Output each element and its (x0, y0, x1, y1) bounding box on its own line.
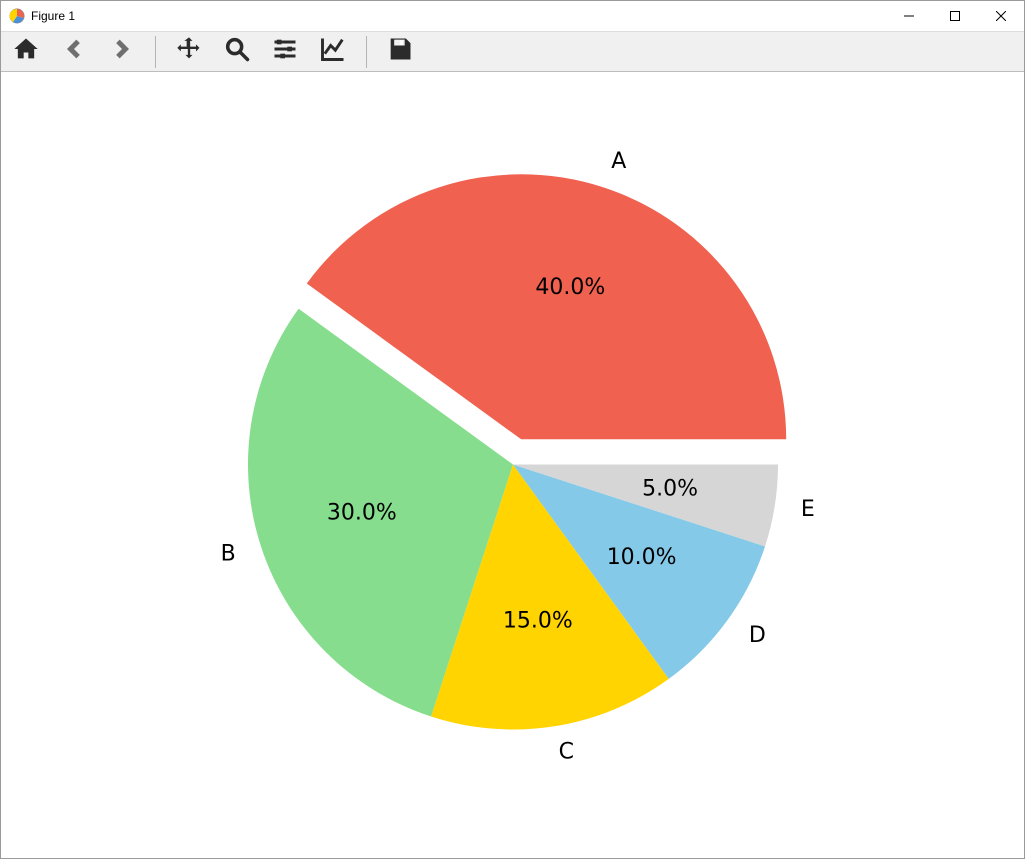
configure-button[interactable] (268, 35, 302, 69)
pie-label-C: C (559, 739, 574, 764)
zoom-icon (223, 35, 251, 68)
pie-label-E: E (801, 497, 815, 522)
window-title: Figure 1 (31, 9, 75, 23)
pie-percent-B: 30.0% (327, 501, 397, 526)
figure-window: Figure 1 (0, 0, 1025, 859)
pie-percent-C: 15.0% (503, 609, 573, 634)
move-icon (175, 35, 203, 68)
arrow-left-icon (60, 35, 88, 68)
home-icon (12, 35, 40, 68)
axes-button[interactable] (316, 35, 350, 69)
app-icon (9, 8, 25, 24)
pie-label-B: B (221, 542, 236, 567)
arrow-right-icon (108, 35, 136, 68)
maximize-button[interactable] (932, 1, 978, 31)
titlebar: Figure 1 (1, 1, 1024, 32)
pan-button[interactable] (172, 35, 206, 69)
sliders-icon (271, 35, 299, 68)
pie-percent-D: 10.0% (607, 545, 677, 570)
pie-label-D: D (749, 623, 766, 648)
forward-button[interactable] (105, 35, 139, 69)
zoom-button[interactable] (220, 35, 254, 69)
close-button[interactable] (978, 1, 1024, 31)
toolbar-separator (366, 36, 367, 68)
chart-line-icon (319, 35, 347, 68)
pie-chart: 40.0% A 30.0% B 15.0% C 10.0% D 5.0% E (1, 72, 1024, 858)
pie-percent-A: 40.0% (535, 275, 605, 300)
pie-label-A: A (611, 149, 626, 174)
home-button[interactable] (9, 35, 43, 69)
toolbar (1, 32, 1024, 72)
toolbar-separator (155, 36, 156, 68)
minimize-button[interactable] (886, 1, 932, 31)
pie-percent-E: 5.0% (642, 476, 698, 501)
chart-canvas[interactable]: 40.0% A 30.0% B 15.0% C 10.0% D 5.0% E (1, 72, 1024, 858)
save-icon (386, 35, 414, 68)
save-button[interactable] (383, 35, 417, 69)
back-button[interactable] (57, 35, 91, 69)
